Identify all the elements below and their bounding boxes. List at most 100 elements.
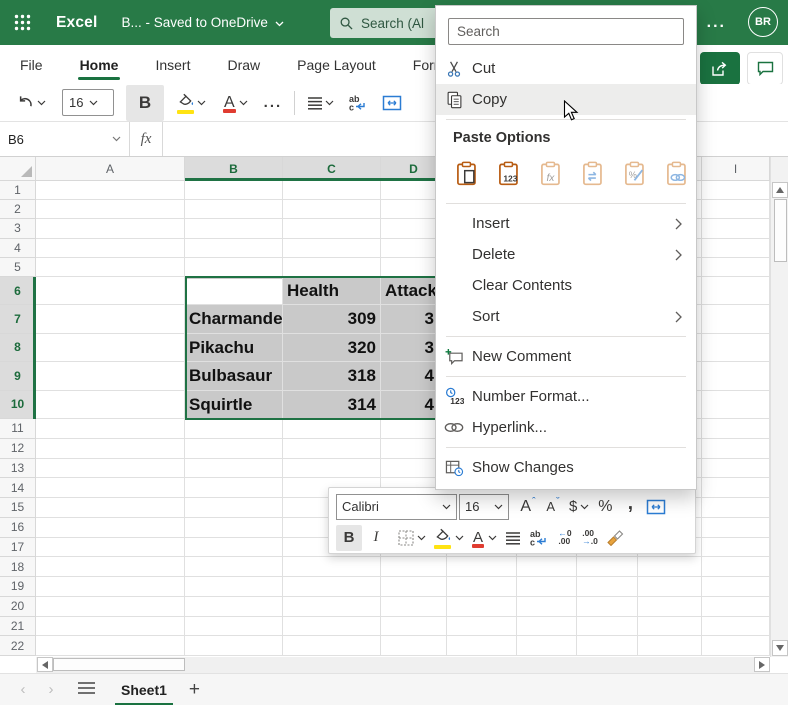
scroll-up-button[interactable] <box>772 182 788 198</box>
comma-format-button[interactable]: , <box>619 494 641 520</box>
fill-color-button-mini[interactable] <box>431 525 466 551</box>
avatar[interactable]: BR <box>748 7 778 37</box>
row-header-5[interactable]: 5 <box>0 258 36 277</box>
ribbon-tab-insert[interactable]: Insert <box>153 48 192 82</box>
row-header-1[interactable]: 1 <box>0 181 36 200</box>
topbar-overflow-button[interactable]: ... <box>707 14 726 32</box>
name-box[interactable]: B6 <box>0 122 130 156</box>
menu-item-hyperlink[interactable]: Hyperlink... <box>436 412 696 443</box>
row-header-18[interactable]: 18 <box>0 557 36 577</box>
row-header-10[interactable]: 10 <box>0 391 36 419</box>
grow-font-button[interactable]: Aˆ <box>517 494 539 520</box>
menu-item-clear-contents[interactable]: Clear Contents <box>436 270 696 301</box>
font-group-overflow[interactable]: ... <box>260 87 287 119</box>
row-header-17[interactable]: 17 <box>0 538 36 558</box>
context-menu-search-input[interactable] <box>448 18 684 45</box>
merge-cells-button-mini[interactable] <box>644 494 668 520</box>
decrease-decimal-button[interactable]: ←0.00 <box>554 525 576 551</box>
mini-toolbar: Calibri 16 Aˆ Aˇ $ % , B I <box>328 487 696 554</box>
menu-item-sort[interactable]: Sort <box>436 301 696 332</box>
paste-formatting-button[interactable]: % <box>620 158 649 189</box>
document-title[interactable]: B... - Saved to OneDrive <box>122 15 284 30</box>
menu-item-cut[interactable]: Cut <box>436 53 696 84</box>
chevron-down-icon <box>275 21 284 27</box>
alignment-button[interactable] <box>303 87 338 119</box>
row-header-7[interactable]: 7 <box>0 305 36 333</box>
row-header-3[interactable]: 3 <box>0 219 36 238</box>
all-sheets-button[interactable] <box>78 681 95 699</box>
row-header-2[interactable]: 2 <box>0 200 36 219</box>
scroll-left-button[interactable] <box>37 657 53 672</box>
ribbon-tab-home[interactable]: Home <box>78 48 121 82</box>
row-header-15[interactable]: 15 <box>0 498 36 518</box>
wrap-text-button-mini[interactable]: abc <box>527 525 551 551</box>
paste-formulas-button[interactable]: fx <box>536 158 565 189</box>
row-header-12[interactable]: 12 <box>0 439 36 459</box>
row-header-14[interactable]: 14 <box>0 478 36 498</box>
add-sheet-button[interactable]: + <box>189 679 200 701</box>
select-all-corner[interactable] <box>0 157 36 181</box>
merge-cells-button[interactable] <box>378 87 406 119</box>
ribbon-tab-file[interactable]: File <box>18 48 45 82</box>
undo-button[interactable] <box>12 87 50 119</box>
vertical-scroll-thumb[interactable] <box>774 199 787 262</box>
paste-values-button[interactable]: 123 <box>494 158 523 189</box>
previous-sheet-button[interactable]: ‹ <box>14 681 32 698</box>
fill-color-button[interactable] <box>172 87 210 119</box>
column-header-A[interactable]: A <box>36 157 185 181</box>
menu-item-delete[interactable]: Delete <box>436 239 696 270</box>
paste-transpose-button[interactable] <box>578 158 607 189</box>
menu-item-show-changes[interactable]: Show Changes <box>436 452 696 483</box>
paste-link-button[interactable] <box>662 158 691 189</box>
italic-button-mini[interactable]: I <box>365 525 387 551</box>
chevron-down-icon <box>37 100 46 106</box>
ribbon-tab-page-layout[interactable]: Page Layout <box>295 48 378 82</box>
horizontal-scroll-thumb[interactable] <box>53 658 185 671</box>
font-size-combobox[interactable]: 16 <box>62 89 114 116</box>
paste-formatting-icon: % <box>623 161 647 186</box>
row-header-16[interactable]: 16 <box>0 518 36 538</box>
paste-button[interactable] <box>452 158 481 189</box>
font-color-button[interactable]: A <box>218 87 252 119</box>
menu-item-insert[interactable]: Insert <box>436 208 696 239</box>
sheet-tab-sheet1[interactable]: Sheet1 <box>117 676 171 704</box>
row-header-8[interactable]: 8 <box>0 334 36 362</box>
alignment-button-mini[interactable] <box>502 525 524 551</box>
row-header-21[interactable]: 21 <box>0 617 36 637</box>
wrap-text-button[interactable]: ab c <box>344 87 372 119</box>
font-name-combobox[interactable]: Calibri <box>336 494 457 520</box>
horizontal-scrollbar[interactable] <box>36 657 770 673</box>
bold-button-mini[interactable]: B <box>336 525 362 551</box>
row-header-4[interactable]: 4 <box>0 239 36 258</box>
row-header-22[interactable]: 22 <box>0 636 36 656</box>
font-color-button-mini[interactable]: A <box>469 525 499 551</box>
format-painter-button[interactable] <box>604 525 627 551</box>
row-header-6[interactable]: 6 <box>0 277 36 305</box>
menu-item-new-comment[interactable]: New Comment <box>436 341 696 372</box>
vertical-scrollbar[interactable] <box>770 157 788 657</box>
row-header-9[interactable]: 9 <box>0 362 36 390</box>
comments-button[interactable] <box>747 52 783 85</box>
row-header-13[interactable]: 13 <box>0 459 36 479</box>
borders-button[interactable] <box>396 525 428 551</box>
percent-format-button[interactable]: % <box>594 494 616 520</box>
insert-function-button[interactable]: fx <box>130 122 163 156</box>
next-sheet-button[interactable]: › <box>42 681 60 698</box>
increase-decimal-button[interactable]: .00→.0 <box>579 525 601 551</box>
scroll-down-button[interactable] <box>772 640 788 656</box>
number-format-icon: 123 <box>445 387 464 406</box>
column-header-I[interactable]: I <box>702 157 770 181</box>
app-launcher-waffle-icon[interactable] <box>0 0 44 45</box>
accounting-format-button[interactable]: $ <box>567 494 591 520</box>
bold-button[interactable]: B <box>126 85 164 121</box>
row-header-20[interactable]: 20 <box>0 597 36 617</box>
row-header-19[interactable]: 19 <box>0 577 36 597</box>
menu-item-label: Sort <box>472 308 675 325</box>
menu-item-number-format[interactable]: 123Number Format... <box>436 381 696 412</box>
row-header-11[interactable]: 11 <box>0 419 36 439</box>
scroll-right-button[interactable] <box>754 657 770 672</box>
ribbon-tab-draw[interactable]: Draw <box>225 48 262 82</box>
font-size-combobox-mini[interactable]: 16 <box>459 494 509 520</box>
shrink-font-button[interactable]: Aˇ <box>542 494 564 520</box>
share-button[interactable] <box>700 52 740 85</box>
